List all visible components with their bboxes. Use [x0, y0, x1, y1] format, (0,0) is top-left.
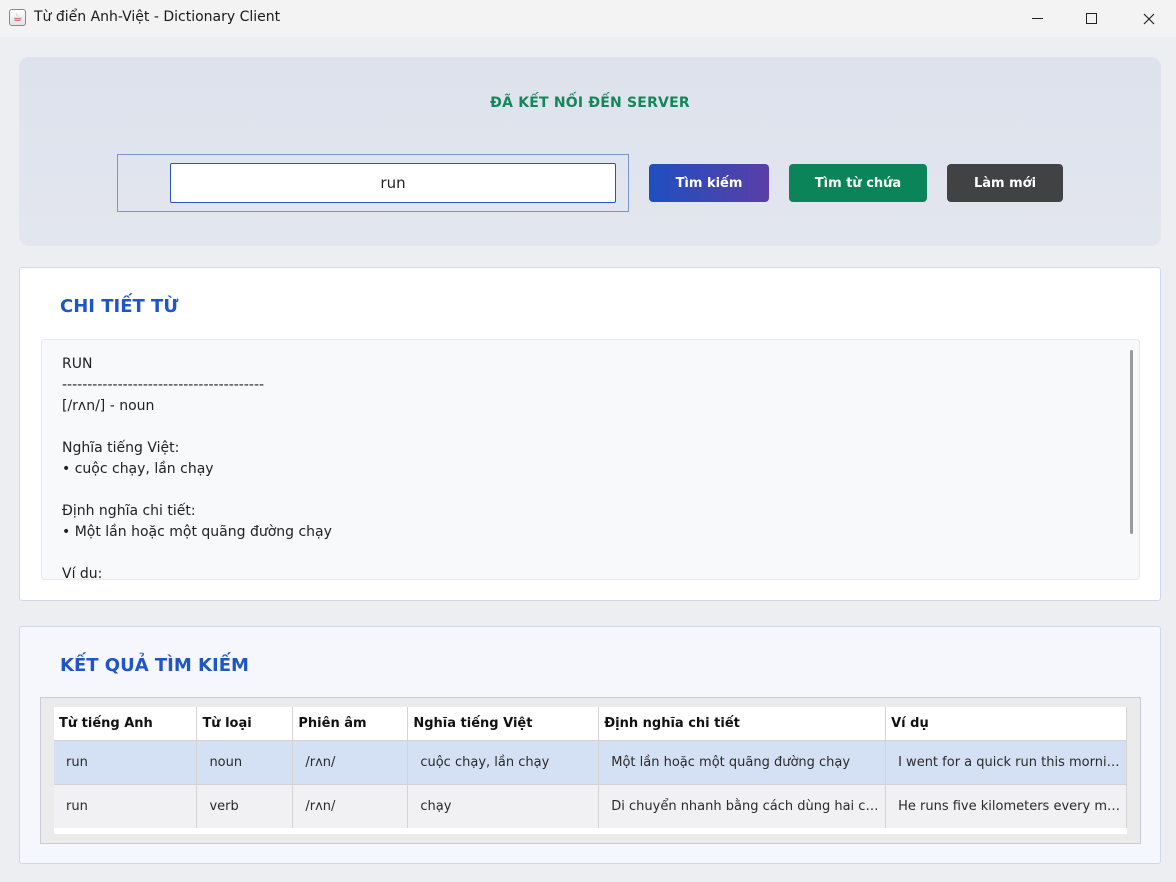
- table-cell: Di chuyển nhanh bằng cách dùng hai chân: [598, 783, 887, 829]
- table-cell: run: [54, 739, 198, 784]
- table-cell: noun: [196, 739, 294, 784]
- refresh-button[interactable]: Làm mới: [947, 164, 1063, 202]
- table-header-row: Từ tiếng Anh Từ loại Phiên âm Nghĩa tiến…: [54, 707, 1127, 740]
- find-contains-button[interactable]: Tìm từ chứa: [789, 164, 927, 202]
- table-row[interactable]: run verb /rʌn/ chạy Di chuyển nhanh bằng…: [54, 783, 1127, 829]
- column-header[interactable]: Nghĩa tiếng Việt: [407, 707, 600, 740]
- table-cell: Một lần hoặc một quãng đường chạy: [598, 739, 887, 784]
- search-input[interactable]: [170, 163, 616, 203]
- results-table-container: Từ tiếng Anh Từ loại Phiên âm Nghĩa tiến…: [40, 697, 1141, 844]
- column-header[interactable]: Ví dụ: [885, 707, 1127, 740]
- search-frame: [117, 154, 629, 212]
- window-titlebar: ☕ Từ điển Anh-Việt - Dictionary Client: [0, 0, 1176, 37]
- table-cell: I went for a quick run this morning.: [885, 739, 1127, 784]
- table-cell: /rʌn/: [292, 739, 409, 784]
- search-button[interactable]: Tìm kiếm: [649, 164, 769, 202]
- window-title: Từ điển Anh-Việt - Dictionary Client: [34, 9, 281, 25]
- table-cell: He runs five kilometers every morning.: [885, 783, 1127, 829]
- word-detail-panel: CHI TIẾT TỪ RUN ------------------------…: [19, 267, 1161, 601]
- close-icon[interactable]: [1126, 0, 1172, 37]
- column-header[interactable]: Từ loại: [196, 707, 294, 740]
- table-horizontal-scroll[interactable]: [54, 828, 1127, 834]
- java-icon: ☕: [9, 9, 26, 26]
- table-cell: run: [54, 783, 198, 829]
- table-cell: chạy: [407, 783, 600, 829]
- column-header[interactable]: Định nghĩa chi tiết: [598, 707, 887, 740]
- table-cell: verb: [196, 783, 294, 829]
- results-title: KẾT QUẢ TÌM KIẾM: [60, 655, 249, 676]
- search-results-panel: KẾT QUẢ TÌM KIẾM Từ tiếng Anh Từ loại Ph…: [19, 626, 1161, 864]
- detail-scrollbar[interactable]: [1130, 350, 1133, 534]
- connection-status: ĐÃ KẾT NỐI ĐẾN SERVER: [490, 95, 690, 111]
- table-row[interactable]: run noun /rʌn/ cuộc chạy, lần chạy Một l…: [54, 739, 1127, 784]
- table-cell: cuộc chạy, lần chạy: [407, 739, 600, 784]
- detail-title: CHI TIẾT TỪ: [60, 296, 179, 317]
- column-header[interactable]: Phiên âm: [292, 707, 409, 740]
- detail-text-area[interactable]: RUN ------------------------------------…: [41, 339, 1140, 580]
- minimize-icon[interactable]: [1014, 0, 1060, 37]
- table-cell: /rʌn/: [292, 783, 409, 829]
- search-panel: ĐÃ KẾT NỐI ĐẾN SERVER Tìm kiếm Tìm từ ch…: [19, 57, 1161, 246]
- detail-text: RUN ------------------------------------…: [62, 356, 332, 580]
- maximize-icon[interactable]: [1068, 0, 1114, 37]
- results-table: Từ tiếng Anh Từ loại Phiên âm Nghĩa tiến…: [54, 707, 1127, 829]
- column-header[interactable]: Từ tiếng Anh: [54, 707, 198, 740]
